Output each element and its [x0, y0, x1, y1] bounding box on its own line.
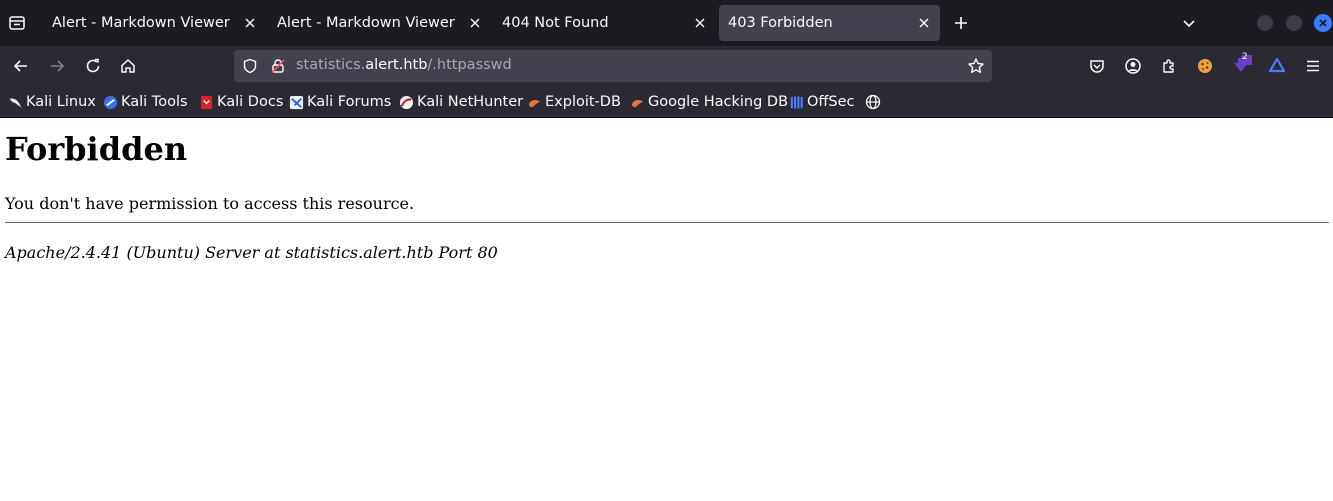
extensions-button[interactable] — [1157, 54, 1181, 78]
url-subdomain: statistics. — [296, 57, 366, 73]
kali-nethunter-icon — [399, 95, 414, 109]
download-arrow-extension-icon — [1234, 55, 1252, 72]
chevron-down-icon — [1183, 20, 1195, 28]
bookmark-label: Exploit-DB — [545, 94, 621, 110]
hamburger-menu-icon — [1307, 60, 1319, 72]
kali-docs-icon — [200, 95, 213, 109]
tab-4-active[interactable]: 403 Forbidden — [719, 5, 940, 41]
bookmark-exploit-db[interactable]: Exploit-DB — [527, 92, 621, 112]
account-button[interactable] — [1121, 54, 1145, 78]
firefox-view-button[interactable] — [6, 12, 28, 34]
bookmark-star-icon[interactable] — [966, 56, 986, 76]
tab-close-button[interactable] — [465, 13, 485, 33]
bookmark-label: Kali Tools — [121, 94, 188, 110]
tracking-protection-shield-icon[interactable] — [240, 56, 260, 76]
minimize-button[interactable] — [1257, 15, 1273, 31]
kali-tools-icon — [103, 95, 118, 109]
puzzle-piece-icon — [1163, 59, 1174, 73]
reload-button[interactable] — [81, 54, 105, 78]
bookmark-label: Kali Linux — [26, 94, 96, 110]
bookmark-kali-forums[interactable]: Kali Forums — [289, 92, 391, 112]
bookmark-kali-tools[interactable]: Kali Tools — [103, 92, 188, 112]
page-content: Forbidden You don't have permission to a… — [0, 118, 1333, 501]
pocket-button[interactable] — [1085, 54, 1109, 78]
firefox-view-icon — [8, 14, 26, 32]
bookmark-label: Kali Docs — [217, 94, 284, 110]
foxyproxy-extension-button[interactable]: 2 — [1229, 52, 1253, 78]
home-icon — [121, 59, 135, 73]
globe-icon — [865, 94, 881, 110]
tab-2[interactable]: Alert - Markdown Viewer — [268, 5, 491, 41]
bookmark-label: OffSec — [807, 94, 855, 110]
bookmark-label: Kali Forums — [307, 94, 392, 110]
list-all-tabs-button[interactable] — [1178, 12, 1200, 34]
tab-strip: Alert - Markdown Viewer Alert - Markdown… — [0, 0, 1333, 46]
offsec-icon — [790, 95, 803, 109]
maximize-button[interactable] — [1286, 15, 1302, 31]
close-icon — [1319, 19, 1327, 27]
new-tab-button[interactable] — [950, 12, 972, 34]
account-icon — [1125, 58, 1141, 74]
window-close-button[interactable] — [1314, 14, 1332, 32]
tab-close-button[interactable] — [240, 13, 260, 33]
app-menu-button[interactable] — [1301, 54, 1325, 78]
kali-dragon-icon — [9, 98, 23, 108]
navigation-toolbar: statistics.alert.htb/.httpasswd 2 — [0, 46, 1333, 86]
bookmark-globe[interactable] — [865, 92, 881, 112]
bookmark-kali-nethunter[interactable]: Kali NetHunter — [399, 92, 523, 112]
cookie-extension-button[interactable] — [1193, 54, 1217, 78]
tab-close-button[interactable] — [914, 13, 934, 33]
triangle-logo-icon — [1268, 57, 1286, 73]
proton-extension-button[interactable] — [1265, 54, 1289, 78]
bookmark-kali-docs[interactable]: Kali Docs — [199, 92, 283, 112]
exploit-db-icon — [528, 99, 541, 107]
url-text[interactable]: statistics.alert.htb/.httpasswd — [296, 57, 512, 73]
bookmark-label: Kali NetHunter — [417, 94, 524, 110]
divider — [5, 222, 1329, 223]
extension-badge: 2 — [1242, 52, 1248, 62]
tab-title: 404 Not Found — [502, 15, 609, 31]
close-icon — [470, 18, 480, 28]
insecure-lock-icon[interactable] — [268, 56, 288, 76]
tab-close-button[interactable] — [690, 13, 710, 33]
server-signature: Apache/2.4.41 (Ubuntu) Server at statist… — [5, 243, 498, 262]
bookmarks-toolbar: Kali Linux Kali Tools Kali Docs Kali For… — [0, 86, 1333, 118]
cookie-icon — [1198, 59, 1212, 73]
url-domain: alert.htb — [365, 57, 428, 73]
url-bar[interactable]: statistics.alert.htb/.httpasswd — [234, 50, 992, 82]
tab-title: Alert - Markdown Viewer — [52, 15, 230, 31]
back-button[interactable] — [9, 54, 33, 78]
bookmark-offsec[interactable]: OffSec — [789, 92, 855, 112]
error-message: You don't have permission to access this… — [5, 194, 415, 213]
home-button[interactable] — [116, 54, 140, 78]
arrow-right-icon — [51, 60, 65, 72]
tab-1[interactable]: Alert - Markdown Viewer — [43, 5, 266, 41]
plus-icon — [955, 17, 967, 29]
tab-title: 403 Forbidden — [728, 15, 833, 31]
close-icon — [695, 18, 705, 28]
reload-icon — [86, 58, 100, 73]
bookmark-label: Google Hacking DB — [648, 94, 789, 110]
arrow-left-icon — [13, 60, 27, 72]
close-icon — [919, 18, 929, 28]
tab-title: Alert - Markdown Viewer — [277, 15, 455, 31]
kali-forums-icon — [289, 95, 304, 109]
forward-button[interactable] — [45, 54, 69, 78]
bookmark-google-hacking-db[interactable]: Google Hacking DB — [630, 92, 788, 112]
url-path: /.httpasswd — [427, 57, 512, 73]
pocket-icon — [1090, 60, 1104, 73]
close-icon — [245, 18, 255, 28]
ghdb-icon — [631, 99, 644, 107]
page-heading: Forbidden — [5, 130, 188, 168]
bookmark-kali-linux[interactable]: Kali Linux — [8, 92, 96, 112]
tab-3[interactable]: 404 Not Found — [493, 5, 716, 41]
